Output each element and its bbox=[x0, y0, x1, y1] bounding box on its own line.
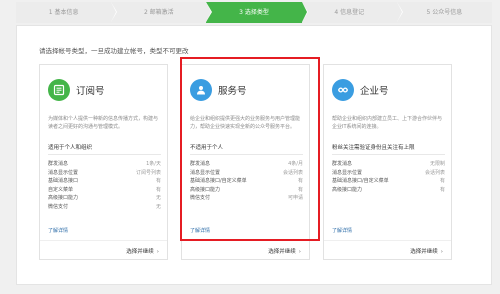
step-progress-bar: 1 基本信息 2 邮箱激活 3 选择类型 4 信息登记 5 公众号信息 bbox=[16, 2, 493, 23]
enterprise-account-card[interactable]: 企业号 帮助企业和组织内部建立员工、上下游合作伙伴与企业IT系统间的连接。 粉丝… bbox=[323, 64, 452, 260]
subscription-account-card[interactable]: 订阅号 为媒体和个人提供一种新的信息传播方式，构建与读者之间更好的沟通与管理模式… bbox=[39, 64, 168, 260]
instruction-text: 请选择帐号类型，一旦成功建立帐号，类型不可更改 bbox=[39, 47, 189, 55]
feature-row: 高级接口能力有 bbox=[332, 186, 445, 193]
card-title: 企业号 bbox=[360, 86, 389, 97]
step-basic-info: 1 基本信息 bbox=[16, 2, 118, 23]
service-account-card[interactable]: 服务号 给企业和组织提供更强大的业务服务与用户管理能力，帮助企业快速实现全新的公… bbox=[181, 64, 310, 260]
chevron-right-icon: › bbox=[440, 249, 443, 255]
card-title: 服务号 bbox=[218, 86, 247, 97]
learn-more-link[interactable]: 了解详情 bbox=[190, 227, 210, 234]
feature-row: 群发消息 1条/天 bbox=[48, 161, 161, 167]
card-description: 为媒体和个人提供一种新的信息传播方式，构建与读者之间更好的沟通与管理模式。 bbox=[48, 116, 159, 130]
divider bbox=[324, 240, 451, 241]
feature-row: 基础消息接口有 bbox=[48, 178, 161, 185]
feature-row: 消息显示位置 订阅号列表 bbox=[48, 169, 161, 176]
feature-row: 基础消息接口/自定义菜单有 bbox=[332, 178, 445, 185]
feature-row: 基础消息接口/自定义菜单有 bbox=[190, 178, 303, 185]
feature-list: 群发消息 无限制 消息显示位置 会话列表 基础消息接口/自定义菜单有 高级接口能力有 bbox=[332, 160, 445, 194]
feature-row: 微信支付无 bbox=[48, 203, 161, 210]
feature-row: 微信支付 可申请 bbox=[190, 195, 303, 202]
enterprise-icon bbox=[332, 79, 354, 101]
step-email-activation: 2 邮箱激活 bbox=[111, 2, 213, 23]
step-info-registration: 4 信息登记 bbox=[301, 2, 403, 23]
card-description: 给企业和组织提供更强大的业务服务与用户管理能力，帮助企业快速实现全新的公众号服务… bbox=[190, 116, 301, 130]
card-applicability: 粉丝关注需验证身份且关注有上限 bbox=[332, 145, 415, 151]
chevron-right-icon: › bbox=[298, 249, 301, 255]
learn-more-link[interactable]: 了解详情 bbox=[332, 227, 352, 234]
feature-row: 群发消息 4条/月 bbox=[190, 161, 303, 167]
card-applicability: 适用于个人和组织 bbox=[48, 145, 93, 151]
learn-more-link[interactable]: 了解详情 bbox=[48, 227, 68, 234]
divider bbox=[332, 154, 445, 155]
service-icon bbox=[190, 79, 212, 101]
card-description: 帮助企业和组织内部建立员工、上下游合作伙伴与企业IT系统间的连接。 bbox=[332, 116, 443, 130]
feature-row: 自定义菜单有 bbox=[48, 186, 161, 193]
card-applicability: 不适用于个人 bbox=[190, 145, 224, 151]
select-continue-button[interactable]: 选择并继续 › bbox=[126, 247, 159, 255]
subscription-icon bbox=[48, 79, 70, 101]
select-continue-button[interactable]: 选择并继续 › bbox=[268, 247, 301, 255]
divider bbox=[40, 240, 167, 241]
step-select-type: 3 选择类型 bbox=[206, 2, 308, 23]
feature-row: 消息显示位置 会话列表 bbox=[332, 169, 445, 176]
chevron-right-icon: › bbox=[156, 249, 159, 255]
feature-list: 群发消息 4条/月 消息显示位置 会话列表 基础消息接口/自定义菜单有 高级接口能力… bbox=[190, 160, 303, 203]
step-account-info: 5 公众号信息 bbox=[396, 2, 493, 23]
feature-row: 群发消息 无限制 bbox=[332, 161, 445, 167]
card-title: 订阅号 bbox=[76, 86, 105, 97]
feature-row: 消息显示位置 会话列表 bbox=[190, 169, 303, 176]
account-type-panel: 请选择帐号类型，一旦成功建立帐号，类型不可更改 订阅号 为媒体和个人提供一种新的… bbox=[16, 25, 492, 285]
feature-list: 群发消息 1条/天 消息显示位置 订阅号列表 基础消息接口有 自定义菜单有 高级接口… bbox=[48, 160, 161, 212]
feature-row: 高级接口能力无 bbox=[48, 195, 161, 202]
select-continue-button[interactable]: 选择并继续 › bbox=[410, 247, 443, 255]
feature-row: 高级接口能力有 bbox=[190, 186, 303, 193]
divider bbox=[190, 154, 303, 155]
divider bbox=[182, 240, 309, 241]
divider bbox=[48, 154, 161, 155]
